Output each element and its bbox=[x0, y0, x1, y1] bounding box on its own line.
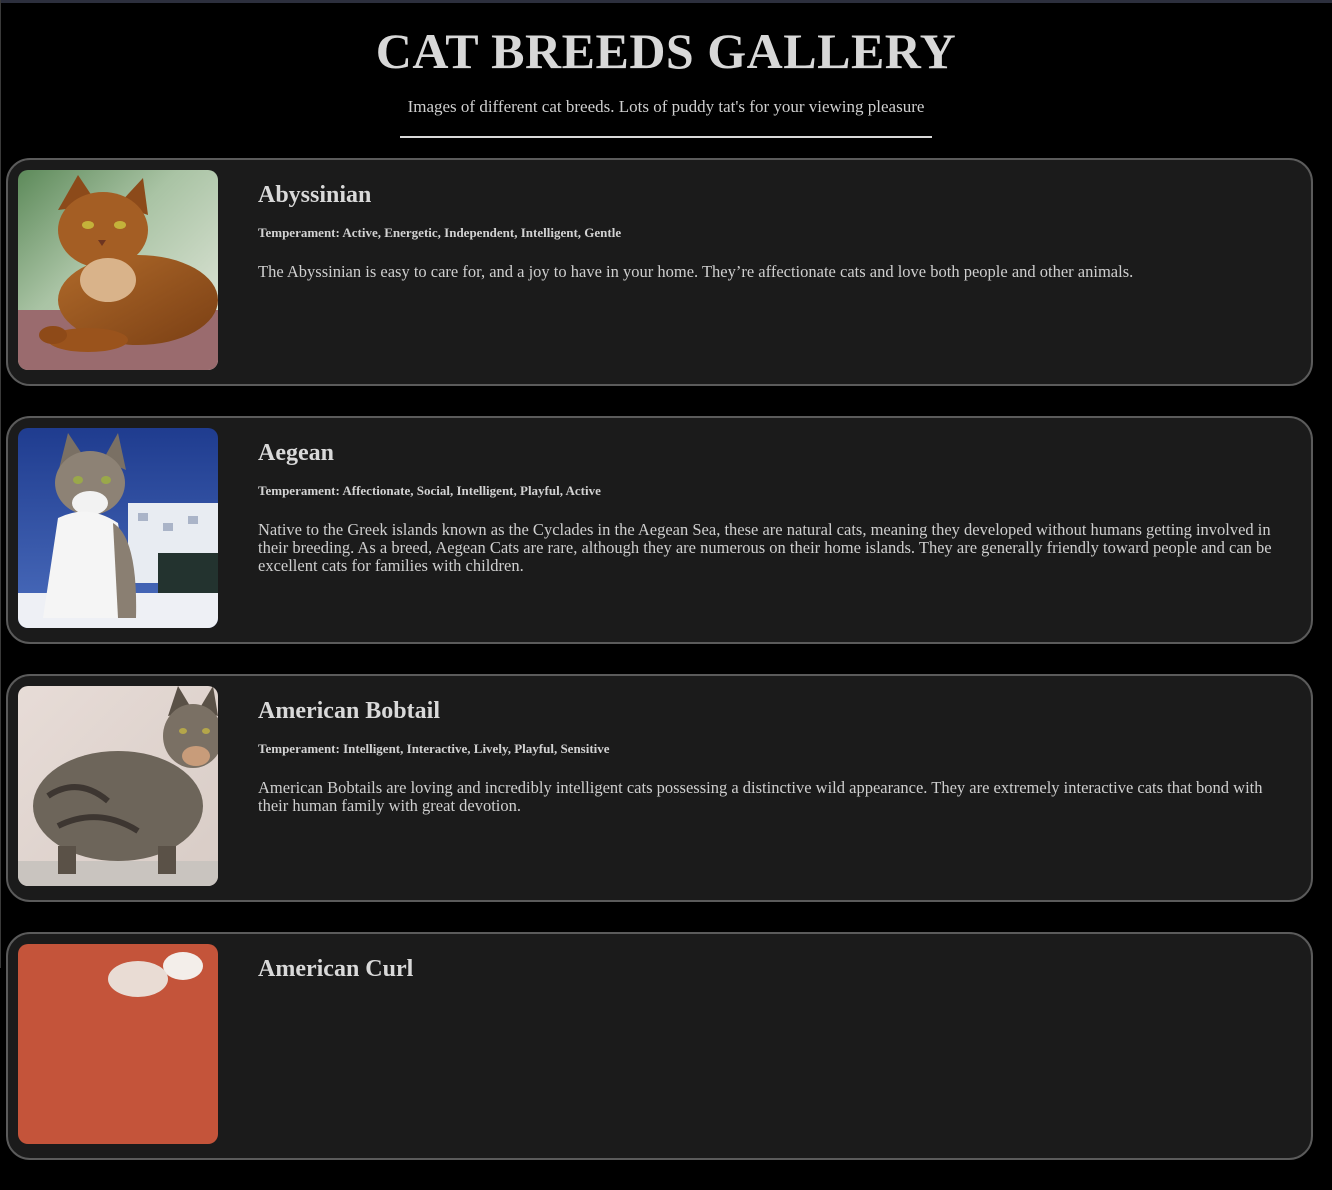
breed-description: The Abyssinian is easy to care for, and … bbox=[258, 262, 1134, 281]
breed-temperament: Temperament: Intelligent, Interactive, L… bbox=[258, 741, 610, 756]
breed-card-abyssinian: Abyssinian Temperament: Active, Energeti… bbox=[6, 158, 1313, 386]
breed-card-american-curl: American Curl bbox=[6, 932, 1313, 1160]
breed-temperament: Temperament: Affectionate, Social, Intel… bbox=[258, 483, 601, 498]
breed-card-american-bobtail: American Bobtail Temperament: Intelligen… bbox=[6, 674, 1313, 902]
top-border bbox=[0, 0, 1332, 3]
american-curl-cat-photo bbox=[18, 944, 218, 1144]
breed-info: American Curl bbox=[258, 954, 1281, 984]
page-title: CAT BREEDS GALLERY bbox=[375, 23, 957, 79]
breed-info: American Bobtail Temperament: Intelligen… bbox=[258, 696, 1281, 815]
breed-name: American Bobtail bbox=[258, 698, 440, 724]
breed-temperament: Temperament: Active, Energetic, Independ… bbox=[258, 225, 622, 240]
american-bobtail-cat-photo bbox=[18, 686, 218, 886]
aegean-cat-image bbox=[18, 428, 218, 628]
page-subtitle: Images of different cat breeds. Lots of … bbox=[407, 97, 925, 116]
american-curl-cat-image bbox=[18, 944, 218, 1144]
page-header: CAT BREEDS GALLERY Images of different c… bbox=[0, 0, 1332, 138]
breed-name: Abyssinian bbox=[258, 182, 372, 208]
breed-name: Aegean bbox=[258, 440, 334, 466]
breed-name: American Curl bbox=[258, 956, 414, 982]
breed-list: Abyssinian Temperament: Active, Energeti… bbox=[6, 158, 1313, 1190]
header-divider bbox=[400, 136, 932, 138]
abyssinian-cat-image bbox=[18, 170, 218, 370]
breed-description: American Bobtails are loving and incredi… bbox=[258, 778, 1263, 815]
breed-info: Aegean Temperament: Affectionate, Social… bbox=[258, 438, 1281, 575]
breed-card-aegean: Aegean Temperament: Affectionate, Social… bbox=[6, 416, 1313, 644]
left-border bbox=[0, 0, 1, 968]
breed-info: Abyssinian Temperament: Active, Energeti… bbox=[258, 180, 1281, 281]
breed-description: Native to the Greek islands known as the… bbox=[258, 520, 1272, 575]
abyssinian-cat-photo bbox=[18, 170, 218, 370]
american-bobtail-cat-image bbox=[18, 686, 218, 886]
aegean-cat-photo bbox=[18, 428, 218, 628]
